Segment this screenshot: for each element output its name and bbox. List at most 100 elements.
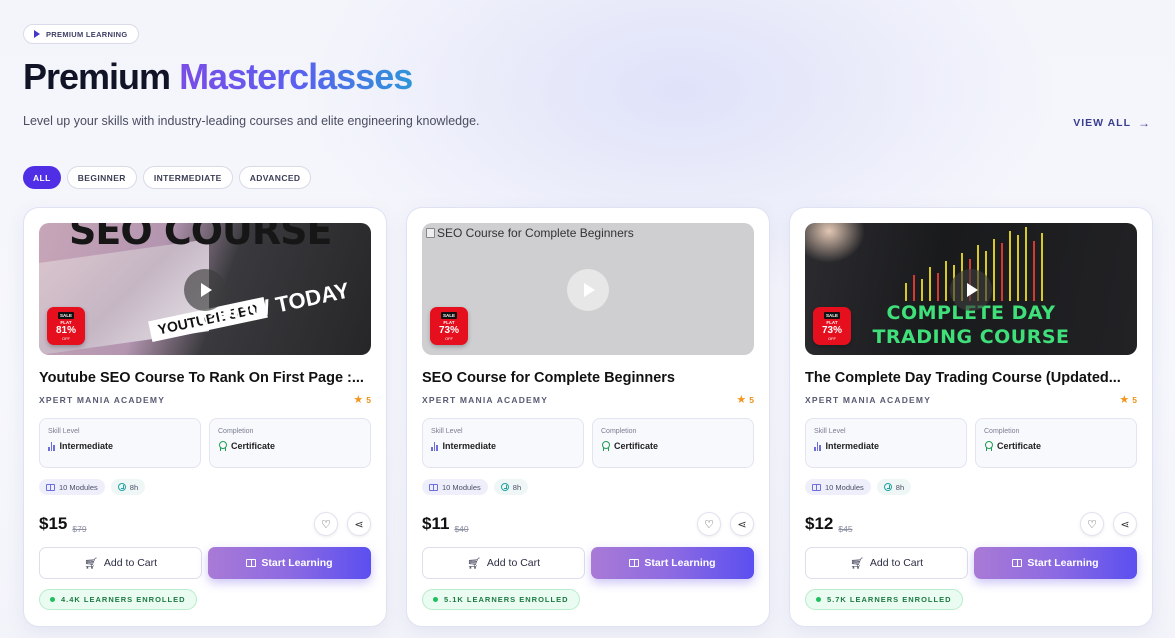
wishlist-button[interactable]: ♡	[697, 512, 721, 536]
title-accent: Masterclasses	[179, 56, 413, 97]
filter-advanced[interactable]: ADVANCED	[238, 166, 312, 189]
sale-label: SALE	[57, 311, 74, 319]
add-to-cart-button[interactable]: 🛒︎ Add to Cart	[422, 547, 585, 579]
clock-icon	[500, 483, 509, 491]
bar-chart-icon	[48, 441, 55, 451]
share-icon: ⋖	[1120, 518, 1130, 531]
add-to-cart-button[interactable]: 🛒︎ Add to Cart	[39, 547, 202, 579]
enrolled-badge: 5.1K LEARNERS ENROLLED	[422, 589, 580, 610]
heart-icon: ♡	[704, 518, 714, 531]
page-title: Premium Masterclasses	[23, 56, 413, 98]
star-icon: ★	[736, 394, 747, 406]
course-card[interactable]: SEO COURSE YOUTUBE SEO GROW TODAY SALE F…	[23, 207, 387, 627]
academy-name: XPERT MANIA ACADEMY	[805, 394, 932, 405]
completion-value: Certificate	[231, 441, 276, 451]
rating-value: 5	[749, 394, 754, 405]
button-row: 🛒︎ Add to Cart Start Learning	[39, 547, 371, 579]
cart-icon: 🛒︎	[83, 557, 98, 570]
title-main: Premium	[23, 56, 180, 97]
wishlist-button[interactable]: ♡	[314, 512, 338, 536]
book-icon	[429, 483, 438, 491]
filter-all[interactable]: ALL	[23, 166, 61, 189]
prices: $15 $79	[39, 514, 87, 534]
badge-label: PREMIUM LEARNING	[46, 29, 128, 39]
cart-icon: 🛒︎	[849, 557, 864, 570]
thumbnail-heading: SEO COURSE	[69, 223, 332, 253]
course-thumbnail[interactable]: COMPLETE DAY TRADING COURSE SALE FLAT 73…	[805, 223, 1137, 355]
current-price: $15	[39, 514, 68, 533]
heart-icon: ♡	[1087, 518, 1097, 531]
heart-icon: ♡	[321, 518, 331, 531]
skill-level-value: Intermediate	[825, 441, 880, 451]
share-button[interactable]: ⋖	[347, 512, 371, 536]
academy-name: XPERT MANIA ACADEMY	[39, 394, 166, 405]
skill-level-box: Skill Level Intermediate	[805, 418, 967, 468]
thumbnail-hand	[805, 223, 865, 263]
start-learning-label: Start Learning	[261, 557, 333, 569]
academy-name: XPERT MANIA ACADEMY	[422, 394, 549, 405]
play-button[interactable]	[950, 269, 992, 311]
cart-icon: 🛒︎	[466, 557, 481, 570]
certificate-icon	[984, 441, 993, 451]
view-all-link[interactable]: VIEW ALL →	[1073, 116, 1151, 130]
rating: ★ 5	[1119, 393, 1137, 406]
rating-value: 5	[366, 394, 371, 405]
book-open-icon	[1012, 559, 1023, 567]
level-filter-chips: ALL BEGINNER INTERMEDIATE ADVANCED	[23, 166, 312, 189]
wishlist-button[interactable]: ♡	[1080, 512, 1104, 536]
course-title[interactable]: The Complete Day Trading Course (Updated…	[805, 370, 1137, 386]
course-title[interactable]: Youtube SEO Course To Rank On First Page…	[39, 370, 371, 386]
sale-percent: 73%	[438, 324, 459, 336]
start-learning-button[interactable]: Start Learning	[208, 547, 371, 579]
prices: $11 $40	[422, 514, 469, 534]
add-to-cart-button[interactable]: 🛒︎ Add to Cart	[805, 547, 968, 579]
start-learning-button[interactable]: Start Learning	[974, 547, 1137, 579]
course-meta: XPERT MANIA ACADEMY ★ 5	[805, 393, 1137, 406]
rating: ★ 5	[353, 393, 371, 406]
enrolled-count: 4.4K LEARNERS ENROLLED	[61, 595, 186, 604]
course-title[interactable]: SEO Course for Complete Beginners	[422, 370, 754, 386]
course-card[interactable]: COMPLETE DAY TRADING COURSE SALE FLAT 73…	[789, 207, 1153, 627]
play-button[interactable]	[184, 269, 226, 311]
share-button[interactable]: ⋖	[730, 512, 754, 536]
page-subtitle: Level up your skills with industry-leadi…	[23, 114, 480, 128]
card-actions: ♡ ⋖	[697, 512, 754, 536]
current-price: $11	[422, 514, 450, 533]
course-card[interactable]: SEO Course for Complete Beginners SALE F…	[406, 207, 770, 627]
filter-intermediate[interactable]: INTERMEDIATE	[142, 166, 233, 189]
play-button[interactable]	[567, 269, 609, 311]
button-row: 🛒︎ Add to Cart Start Learning	[422, 547, 754, 579]
course-thumbnail[interactable]: SEO Course for Complete Beginners SALE F…	[422, 223, 754, 355]
info-boxes: Skill Level Intermediate Completion Cert…	[805, 418, 1137, 468]
price-row: $15 $79 ♡ ⋖	[39, 511, 371, 537]
start-learning-label: Start Learning	[1027, 557, 1099, 569]
original-price: $79	[72, 524, 87, 534]
star-icon: ★	[1119, 394, 1130, 406]
sale-label: SALE	[823, 311, 840, 319]
sale-percent: 81%	[55, 324, 76, 336]
skill-level-label: Skill Level	[48, 428, 80, 435]
modules-count: 10 Modules	[825, 482, 864, 492]
share-button[interactable]: ⋖	[1113, 512, 1137, 536]
completion-label: Completion	[601, 428, 637, 435]
thumbnail-alt-text: SEO Course for Complete Beginners	[426, 226, 634, 240]
bar-chart-icon	[431, 441, 438, 451]
filter-beginner[interactable]: BEGINNER	[66, 166, 137, 189]
course-stats: 10 Modules 8h	[422, 479, 754, 495]
course-meta: XPERT MANIA ACADEMY ★ 5	[422, 393, 754, 406]
modules-pill: 10 Modules	[805, 479, 871, 495]
sale-off: OFF	[445, 335, 453, 341]
button-row: 🛒︎ Add to Cart Start Learning	[805, 547, 1137, 579]
premium-learning-badge: PREMIUM LEARNING	[23, 24, 140, 44]
completion-box: Completion Certificate	[209, 418, 371, 468]
certificate-icon	[218, 441, 227, 451]
course-thumbnail[interactable]: SEO COURSE YOUTUBE SEO GROW TODAY SALE F…	[39, 223, 371, 355]
original-price: $45	[838, 524, 853, 534]
enrolled-badge: 5.7K LEARNERS ENROLLED	[805, 589, 963, 610]
completion-label: Completion	[984, 428, 1020, 435]
sale-tag: SALE FLAT 73% OFF	[430, 307, 468, 345]
add-to-cart-label: Add to Cart	[103, 557, 158, 569]
play-icon	[967, 283, 978, 297]
duration-value: 8h	[512, 482, 522, 492]
start-learning-button[interactable]: Start Learning	[591, 547, 754, 579]
